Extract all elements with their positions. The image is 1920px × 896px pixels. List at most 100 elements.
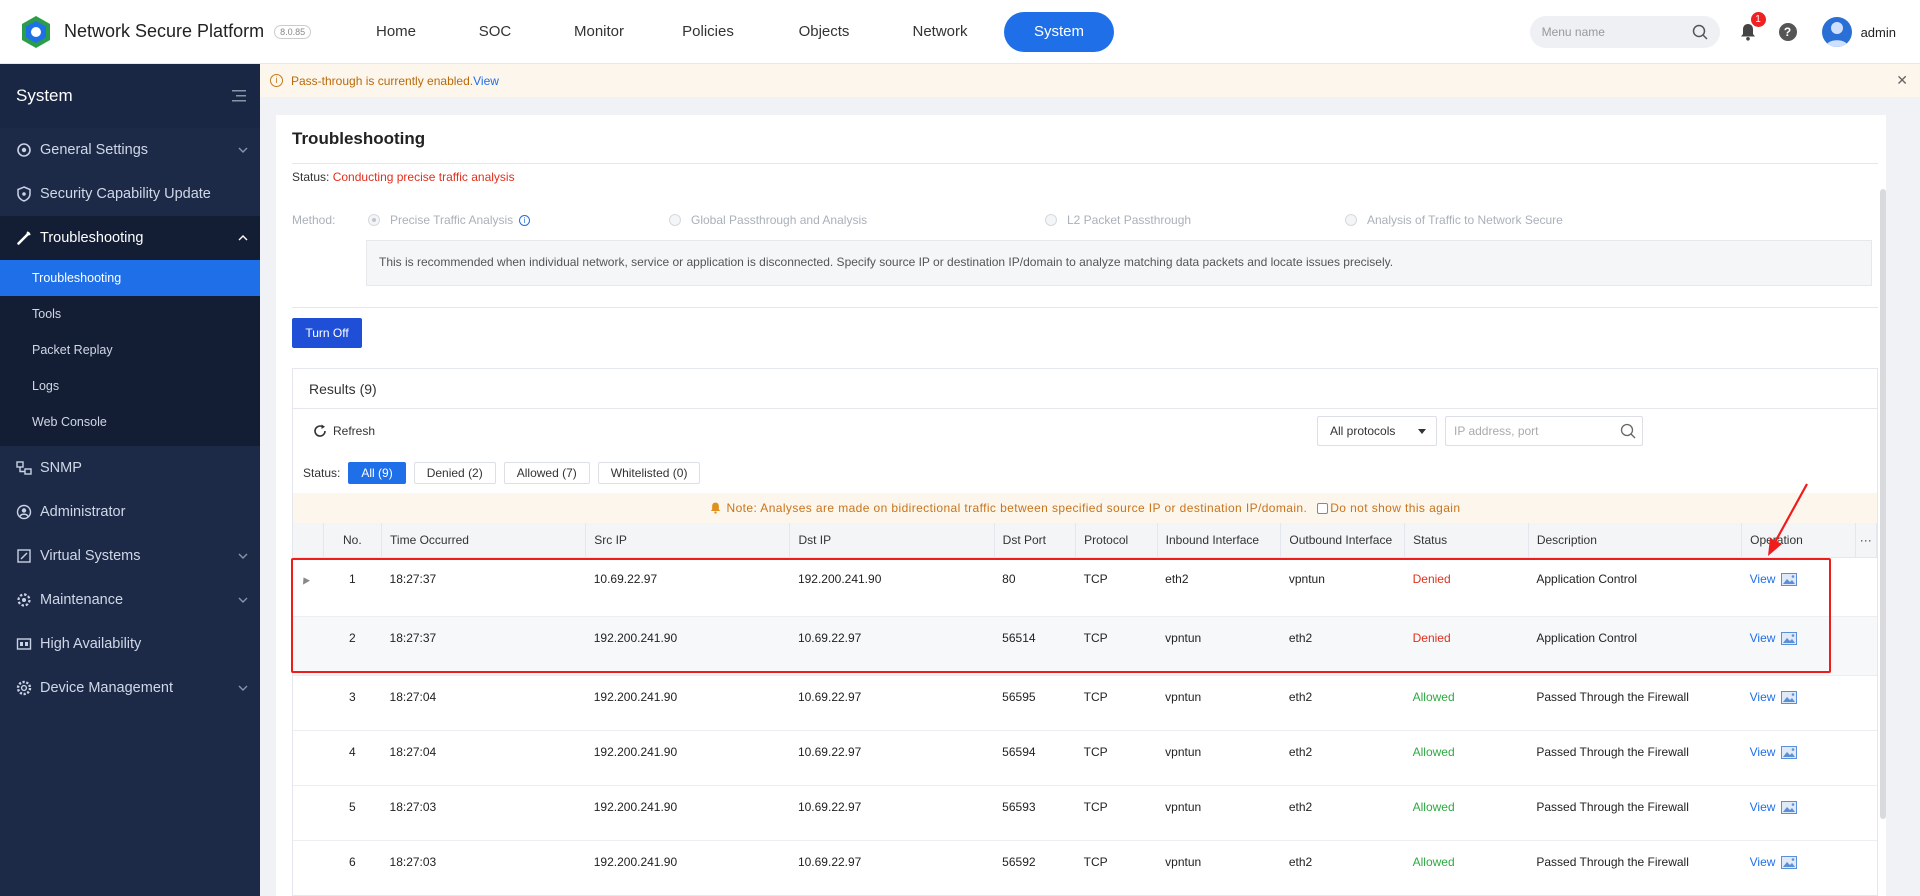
image-icon[interactable]	[1781, 800, 1798, 814]
sidebar-item-label: Administrator	[40, 504, 126, 520]
nav-policies[interactable]: Policies	[650, 12, 766, 52]
info-icon[interactable]: i	[519, 214, 531, 226]
cell-empty	[1855, 616, 1877, 676]
cell-outbound: eth2	[1280, 730, 1405, 786]
nav-monitor[interactable]: Monitor	[548, 12, 650, 52]
cell-inbound: vpntun	[1157, 730, 1281, 786]
sidebar-item-label: SNMP	[40, 460, 82, 476]
alert-view-link[interactable]: View	[473, 74, 499, 88]
cell-dst-ip: 10.69.22.97	[789, 730, 995, 786]
chevron-down-icon	[238, 553, 248, 559]
header-no[interactable]: No.	[323, 523, 383, 558]
filter-denied[interactable]: Denied (2)	[413, 462, 496, 484]
dont-show-checkbox[interactable]	[1317, 502, 1329, 514]
sidebar-item-label: Virtual Systems	[40, 548, 141, 564]
sidebar-item-label: General Settings	[40, 142, 149, 158]
method-radio-global[interactable]: Global Passthrough and Analysis	[669, 213, 867, 227]
sidebar-subitem-troubleshooting[interactable]: Troubleshooting	[0, 260, 260, 296]
filter-allowed[interactable]: Allowed (7)	[503, 462, 590, 484]
header-description[interactable]: Description	[1528, 523, 1743, 558]
analysis-note: Note: Analyses are made on bidirectional…	[293, 493, 1877, 523]
nav-system[interactable]: System	[1004, 11, 1114, 52]
table-row[interactable]: 6 18:27:03 192.200.241.90 10.69.22.97 56…	[293, 840, 1877, 895]
nav-soc[interactable]: SOC	[442, 12, 548, 52]
cell-src-ip: 192.200.241.90	[585, 840, 790, 895]
search-icon	[1692, 24, 1708, 40]
sidebar-item-maintenance[interactable]: Maintenance	[0, 578, 260, 622]
ip-port-search-input[interactable]: IP address, port	[1445, 416, 1643, 446]
header-protocol[interactable]: Protocol	[1075, 523, 1158, 558]
header-inbound[interactable]: Inbound Interface	[1157, 523, 1282, 558]
method-option-label: L2 Packet Passthrough	[1067, 213, 1192, 227]
header-src-ip[interactable]: Src IP	[585, 523, 791, 558]
refresh-button[interactable]: Refresh	[313, 424, 375, 438]
table-row[interactable]: 4 18:27:04 192.200.241.90 10.69.22.97 56…	[293, 730, 1877, 786]
cell-time: 18:27:04	[381, 675, 586, 731]
cell-dst-port: 56593	[994, 785, 1076, 841]
top-right-tools: Menu name 1 ? admin	[1529, 0, 1920, 64]
table-row[interactable]: 3 18:27:04 192.200.241.90 10.69.22.97 56…	[293, 675, 1877, 731]
brand: Network Secure Platform 8.0.85	[0, 14, 350, 50]
radio-icon	[1345, 214, 1357, 226]
column-settings-button[interactable]: ···	[1855, 523, 1877, 558]
nav-objects[interactable]: Objects	[766, 12, 882, 52]
sidebar-item-high-availability[interactable]: High Availability	[0, 622, 260, 666]
sidebar-item-general-settings[interactable]: General Settings	[0, 128, 260, 172]
sidebar-item-administrator[interactable]: Administrator	[0, 490, 260, 534]
header-time[interactable]: Time Occurred	[381, 523, 587, 558]
method-radio-network-secure[interactable]: Analysis of Traffic to Network Secure	[1345, 213, 1563, 227]
sidebar-item-snmp[interactable]: SNMP	[0, 446, 260, 490]
header-dst-ip[interactable]: Dst IP	[789, 523, 995, 558]
image-icon[interactable]	[1781, 690, 1798, 704]
image-icon[interactable]	[1781, 745, 1798, 759]
method-radio-precise[interactable]: Precise Traffic Analysis i	[368, 213, 531, 227]
sidebar-subitem-packet-replay[interactable]: Packet Replay	[0, 332, 260, 368]
cell-no: 6	[323, 840, 382, 895]
view-link[interactable]: View	[1750, 745, 1776, 759]
nav-network[interactable]: Network	[882, 12, 998, 52]
sidebar-item-troubleshooting[interactable]: Troubleshooting	[0, 216, 260, 260]
cell-operation: View	[1741, 675, 1856, 731]
collapse-menu-icon[interactable]	[232, 90, 246, 102]
sidebar-subitem-tools[interactable]: Tools	[0, 296, 260, 332]
cell-dst-port: 56592	[994, 840, 1076, 895]
help-button[interactable]: ?	[1776, 20, 1800, 44]
scrollbar[interactable]	[1880, 189, 1886, 819]
nav-home[interactable]: Home	[350, 12, 442, 52]
view-link[interactable]: View	[1750, 855, 1776, 869]
sidebar-subitem-web-console[interactable]: Web Console	[0, 404, 260, 440]
chevron-down-icon	[238, 147, 248, 153]
username[interactable]: admin	[1861, 25, 1896, 40]
table-row[interactable]: 5 18:27:03 192.200.241.90 10.69.22.97 56…	[293, 785, 1877, 841]
image-icon[interactable]	[1781, 855, 1798, 869]
sidebar-item-security-update[interactable]: Security Capability Update	[0, 172, 260, 216]
sidebar-item-device-management[interactable]: Device Management	[0, 666, 260, 710]
header-outbound[interactable]: Outbound Interface	[1280, 523, 1406, 558]
row-expander	[293, 675, 324, 731]
filter-whitelisted[interactable]: Whitelisted (0)	[597, 462, 701, 484]
protocol-select[interactable]: All protocols	[1317, 416, 1437, 446]
method-radio-l2[interactable]: L2 Packet Passthrough	[1045, 213, 1191, 227]
close-icon[interactable]: ✕	[1896, 72, 1908, 89]
view-link[interactable]: View	[1750, 800, 1776, 814]
status-filter-label: Status:	[303, 466, 341, 480]
turn-off-button[interactable]: Turn Off	[292, 318, 362, 348]
refresh-label: Refresh	[333, 424, 376, 438]
results-title: Results (9)	[293, 369, 1877, 409]
avatar[interactable]	[1821, 17, 1852, 47]
menu-search-input[interactable]: Menu name	[1529, 16, 1720, 48]
cell-no: 3	[323, 675, 382, 731]
header-dst-port[interactable]: Dst Port	[994, 523, 1077, 558]
cell-outbound: eth2	[1280, 785, 1405, 841]
filter-all[interactable]: All (9)	[348, 462, 406, 484]
dont-show-label: Do not show this again	[1330, 501, 1461, 515]
sidebar-subitem-logs[interactable]: Logs	[0, 368, 260, 404]
info-icon: i	[270, 74, 283, 87]
notifications-button[interactable]: 1	[1736, 12, 1766, 44]
cell-protocol: TCP	[1075, 675, 1158, 731]
search-icon	[1620, 423, 1636, 439]
view-link[interactable]: View	[1750, 690, 1776, 704]
header-status[interactable]: Status	[1404, 523, 1529, 558]
radio-checked-icon	[368, 214, 380, 226]
sidebar-item-virtual-systems[interactable]: Virtual Systems	[0, 534, 260, 578]
